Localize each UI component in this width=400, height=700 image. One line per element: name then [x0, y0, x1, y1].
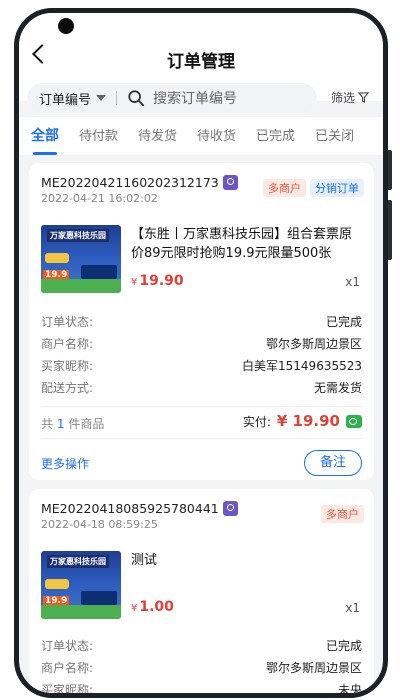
currency-symbol: ¥ [131, 603, 138, 614]
screen-bezel: 订单管理 订单编号 搜索订单编号 筛选 全部 待付款 待发货 待收货 已完成 已… [14, 8, 388, 698]
multi-merchant-badge: 多商户 [321, 505, 364, 523]
order-card[interactable]: ME20220418085925780441 2022-04-18 08:59:… [29, 489, 374, 697]
filter-label: 筛选 [330, 91, 355, 105]
mini-program-icon [222, 501, 238, 516]
divider [41, 438, 362, 439]
filter-icon [358, 92, 369, 103]
field-value: 鄂尔多斯周边景区 [265, 661, 362, 675]
search-row: 订单编号 搜索订单编号 筛选 [27, 83, 375, 113]
price-value: 1.00 [139, 599, 174, 615]
field-label: 商户名称: [41, 337, 94, 351]
product-thumbnail[interactable]: 万家惠科技乐园 19.9 [41, 551, 121, 619]
buyer-nickname-row: 买家昵称: 白美军15149635523 [41, 357, 362, 377]
summary-count: 1 [56, 417, 65, 431]
total-paid: 实付: ¥ 19.90 [243, 412, 362, 430]
total-amount: ¥ 19.90 [276, 412, 340, 430]
mini-program-icon [222, 175, 238, 190]
tab-closed[interactable]: 已关闭 [315, 117, 354, 155]
order-date: 2022-04-21 16:02:02 [41, 192, 158, 205]
divider [41, 406, 362, 407]
search-placeholder: 搜索订单编号 [153, 91, 238, 107]
caret-down-icon [96, 95, 107, 101]
search-field-label: 订单编号 [39, 92, 92, 108]
field-value: 鄂尔多斯周边景区 [265, 337, 362, 351]
tab-pending-shipment[interactable]: 待发货 [138, 117, 177, 155]
page-title: 订单管理 [167, 52, 235, 72]
tab-all[interactable]: 全部 [31, 117, 59, 155]
order-badges: 多商户 分销订单 [263, 179, 364, 197]
thumbnail-ground [41, 605, 121, 619]
thumbnail-car [45, 579, 69, 589]
summary-suffix: 件商品 [68, 417, 105, 431]
tab-pending-receipt[interactable]: 待收货 [197, 117, 236, 155]
product-name[interactable]: 测试 [131, 551, 363, 570]
thumbnail-deal-banner [81, 591, 117, 605]
product-price: ¥19.90 [131, 273, 184, 289]
order-status-row: 订单状态: 已完成 [41, 637, 362, 657]
wechat-pay-icon [346, 414, 362, 428]
multi-merchant-badge: 多商户 [263, 179, 306, 197]
product-quantity: x1 [345, 601, 360, 615]
product-thumbnail[interactable]: 万家惠科技乐园 19.9 [41, 225, 121, 293]
buyer-nickname-row: 买家昵称: 未央 [41, 681, 362, 697]
filter-button[interactable]: 筛选 [331, 89, 369, 106]
thumbnail-car [45, 253, 69, 263]
price-value: 19.90 [139, 273, 184, 289]
tab-completed[interactable]: 已完成 [256, 117, 295, 155]
field-label: 订单状态: [41, 315, 94, 329]
note-button[interactable]: 备注 [304, 450, 362, 476]
order-card[interactable]: ME20220421160202312173 2022-04-21 16:02:… [29, 163, 374, 480]
product-price: ¥1.00 [131, 599, 174, 615]
order-status-row: 订单状态: 已完成 [41, 313, 362, 333]
field-label: 配送方式: [41, 381, 94, 395]
field-value: 未央 [337, 683, 362, 697]
divider [116, 91, 118, 105]
search-icon [128, 90, 145, 107]
product-name[interactable]: 【东胜丨万家惠科技乐园】组合套票原价89元限时抢购19.9元限量500张 [131, 225, 363, 263]
search-field-select[interactable]: 订单编号 [27, 89, 107, 108]
search-input[interactable]: 订单编号 搜索订单编号 [27, 83, 317, 113]
order-number: ME20220418085925780441 [41, 501, 238, 516]
currency-symbol: ¥ [131, 277, 138, 288]
field-value: 已完成 [325, 315, 362, 329]
summary-prefix: 共 [41, 417, 54, 431]
order-number-text: ME20220418085925780441 [41, 501, 219, 516]
tab-pending-payment[interactable]: 待付款 [79, 117, 118, 155]
status-tabs: 全部 待付款 待发货 待收货 已完成 已关闭 [19, 117, 383, 155]
more-actions-link[interactable]: 更多操作 [41, 455, 89, 472]
thumbnail-deal-banner [81, 265, 117, 279]
merchant-name-row: 商户名称: 鄂尔多斯周边景区 [41, 335, 362, 355]
field-value: 无需发货 [313, 381, 362, 395]
field-label: 订单状态: [41, 639, 94, 653]
delivery-method-row: 配送方式: 无需发货 [41, 379, 362, 399]
thumbnail-ground [41, 279, 121, 293]
field-label: 买家昵称: [41, 359, 94, 373]
thumbnail-title: 万家惠科技乐园 [47, 555, 109, 568]
order-date: 2022-04-18 08:59:25 [41, 518, 158, 531]
phone-frame: 订单管理 订单编号 搜索订单编号 筛选 全部 待付款 待发货 待收货 已完成 已… [0, 0, 400, 700]
item-count-summary: 共 1 件商品 [41, 415, 104, 432]
order-number-text: ME20220421160202312173 [41, 175, 219, 190]
field-label: 买家昵称: [41, 683, 94, 697]
order-badges: 多商户 [321, 505, 364, 523]
product-quantity: x1 [345, 275, 360, 289]
distribution-badge: 分销订单 [310, 179, 364, 197]
screen: 订单管理 订单编号 搜索订单编号 筛选 全部 待付款 待发货 待收货 已完成 已… [19, 13, 383, 693]
field-value: 白美军15149635523 [242, 359, 362, 373]
field-value: 已完成 [325, 639, 362, 653]
total-label: 实付: [242, 414, 271, 429]
thumbnail-title: 万家惠科技乐园 [47, 229, 109, 242]
camera-hole [58, 18, 74, 34]
order-number: ME20220421160202312173 [41, 175, 238, 190]
merchant-name-row: 商户名称: 鄂尔多斯周边景区 [41, 659, 362, 679]
field-label: 商户名称: [41, 661, 94, 675]
